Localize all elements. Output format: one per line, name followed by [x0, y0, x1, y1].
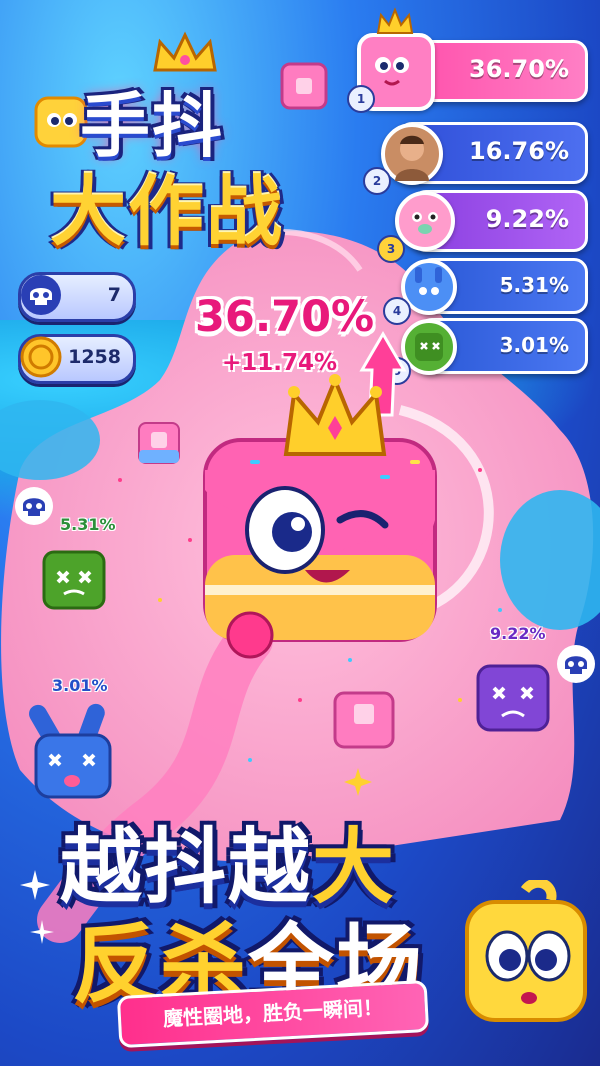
leaderboard-row-1: 1 36.70% [347, 7, 588, 113]
leaderboard-row-4: 4 5.31% [383, 258, 588, 325]
coins-value: 1258 [68, 346, 121, 368]
game-screen: 手抖 大作战 7 1258 1 36.70% 2 16.76% 3 9.22% … [0, 0, 600, 1066]
sparkle-star-icon [30, 920, 54, 944]
blue-opponent-percent: 3.01% [52, 676, 108, 695]
leaderboard-row-5: 5 3.01% [383, 318, 588, 385]
yellow-block-mascot [465, 880, 587, 1022]
blue-bunny-opponent [29, 703, 112, 799]
rank-badge: 2 [363, 167, 391, 195]
logo-title-line2: 大作战 [50, 167, 284, 256]
coins-counter: 1258 [18, 334, 136, 384]
green-block-opponent [42, 550, 106, 610]
leaderboard-row-2: 2 16.76% [363, 122, 588, 195]
purple-block-opponent [476, 664, 550, 732]
pink-bear-avatar-icon [395, 191, 455, 251]
rank-badge: 3 [377, 235, 405, 263]
leaderboard-percent: 9.22% [485, 205, 569, 233]
leaderboard-percent: 5.31% [499, 273, 569, 297]
pink-cake-block-icon [280, 62, 328, 110]
sparkle-star-icon [20, 870, 50, 900]
rank-badge: 1 [347, 85, 375, 113]
cake-block-pickup [333, 691, 395, 749]
skull-icon [15, 269, 67, 321]
leaderboard-percent: 3.01% [499, 333, 569, 357]
rank-badge: 4 [383, 297, 411, 325]
skull-icon [15, 487, 53, 525]
leaderboard-percent: 16.76% [469, 137, 569, 165]
kills-value: 7 [107, 284, 121, 306]
leaderboard-row-3: 3 9.22% [377, 190, 588, 263]
crown-icon [283, 374, 387, 456]
skull-icon [557, 645, 595, 683]
purple-opponent-percent: 9.22% [490, 624, 546, 643]
green-opponent-percent: 5.31% [60, 515, 116, 534]
game-logo: 手抖 大作战 [20, 30, 350, 256]
leaderboard-percent: 36.70% [469, 55, 569, 83]
crown-icon [376, 7, 414, 34]
cake-block-pickup [138, 422, 180, 464]
coin-icon [15, 331, 67, 383]
sparkle-star-icon [344, 768, 372, 796]
kills-counter: 7 [18, 272, 136, 322]
player-percent-label: 36.70% [195, 292, 375, 342]
